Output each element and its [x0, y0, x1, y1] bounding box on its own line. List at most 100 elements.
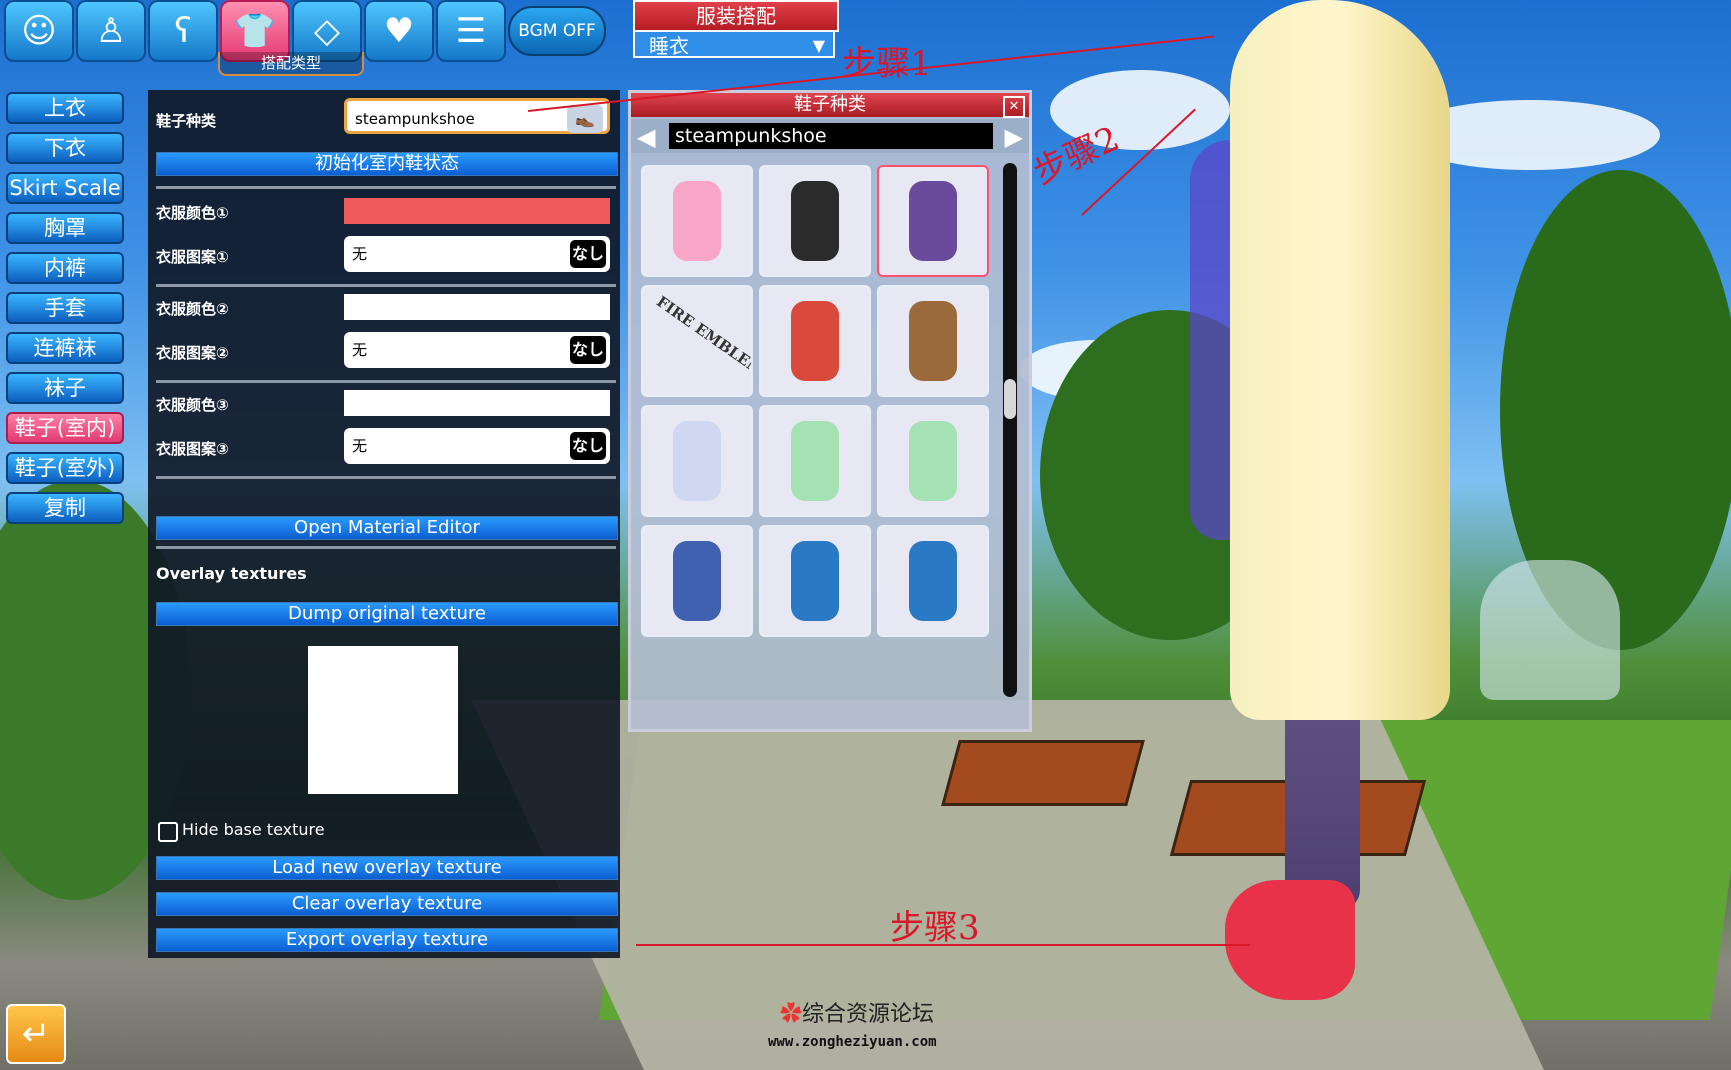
left-menu-item[interactable]: 上衣 — [6, 92, 124, 124]
texture-preview — [308, 646, 458, 794]
shoe-thumbnail[interactable]: FIRE EMBLEM — [641, 285, 753, 397]
hair-icon: ʕ — [174, 11, 192, 51]
bgm-toggle-button[interactable]: BGM OFF — [508, 6, 606, 56]
pattern2-field[interactable]: 无 なし — [344, 332, 610, 368]
left-menu-item[interactable]: 复制 — [6, 492, 124, 524]
coordinate-selected: 睡衣 — [649, 34, 689, 58]
shoe-thumbnail-image — [791, 541, 839, 621]
shoe-grid-scrollbar[interactable] — [1003, 163, 1017, 697]
document-icon: ☰ — [455, 11, 487, 51]
shoe-thumbnail-image — [791, 301, 839, 381]
left-menu-item[interactable]: 鞋子(室外) — [6, 452, 124, 484]
shoe-thumbnail[interactable] — [877, 525, 989, 637]
pattern2-value: 无 — [352, 341, 368, 359]
h-scene-tab-button[interactable]: ♥ — [364, 0, 434, 62]
dump-original-texture-button[interactable]: Dump original texture — [156, 602, 618, 626]
shoe-thumbnail[interactable] — [877, 405, 989, 517]
step3-annotation: 步骤3 — [890, 908, 980, 948]
category-type-label: 搭配类型 — [218, 52, 364, 76]
shirt-icon: 👕 — [233, 11, 277, 51]
pattern3-field[interactable]: 无 なし — [344, 428, 610, 464]
pattern3-none-button[interactable]: なし — [570, 432, 606, 460]
shoe-thumbnail[interactable] — [877, 285, 989, 397]
prev-arrow-icon[interactable]: ◀ — [637, 123, 655, 151]
pattern1-field[interactable]: 无 なし — [344, 236, 610, 272]
diamond-icon: ◇ — [313, 11, 341, 51]
scrollbar-thumb[interactable] — [1004, 379, 1016, 419]
left-menu-item[interactable]: 胸罩 — [6, 212, 124, 244]
face-tab-button[interactable]: ☺ — [4, 0, 74, 62]
back-button[interactable]: ↵ — [6, 1004, 66, 1064]
color2-label: 衣服颜色② — [156, 300, 229, 318]
left-menu-item[interactable]: 连裤袜 — [6, 332, 124, 364]
pattern2-none-button[interactable]: なし — [570, 336, 606, 364]
open-material-editor-button[interactable]: Open Material Editor — [156, 516, 618, 540]
shoe-window-title: 鞋子种类 — [631, 93, 1029, 117]
shoe-thumbnail-image — [673, 421, 721, 501]
pattern1-label: 衣服图案① — [156, 248, 229, 266]
shoe-thumbnail-image — [909, 541, 957, 621]
watermark-title: ✿综合资源论坛 — [780, 1002, 935, 1027]
color3-swatch[interactable] — [344, 390, 610, 416]
watermark-url: www.zongheziyuan.com — [768, 1034, 937, 1050]
color1-swatch[interactable] — [344, 198, 610, 224]
shoe-thumbnail[interactable] — [759, 165, 871, 277]
shoe-thumbnail-image — [673, 181, 721, 261]
shoe-thumbnail-icon: 👞 — [567, 105, 603, 133]
left-menu-item[interactable]: 下衣 — [6, 132, 124, 164]
park-bench — [941, 740, 1145, 806]
shoe-thumbnail-image — [909, 301, 957, 381]
shoe-grid: FIRE EMBLEM — [641, 165, 991, 705]
left-menu-item[interactable]: 袜子 — [6, 372, 124, 404]
next-arrow-icon[interactable]: ▶ — [1005, 123, 1023, 151]
left-menu-item[interactable]: 内裤 — [6, 252, 124, 284]
shoe-thumbnail[interactable] — [759, 525, 871, 637]
shoe-thumbnail[interactable] — [759, 405, 871, 517]
coordinate-dropdown[interactable]: 睡衣 ▼ — [633, 30, 835, 58]
return-icon: ↵ — [21, 1014, 51, 1054]
left-menu-item[interactable]: 手套 — [6, 292, 124, 324]
init-shoe-state-button[interactable]: 初始化室内鞋状态 — [156, 152, 618, 176]
chevron-down-icon: ▼ — [812, 36, 825, 55]
load-overlay-texture-button[interactable]: Load new overlay texture — [156, 856, 618, 880]
shoe-nav-bar: ◀ steampunkshoe ▶ — [631, 119, 1029, 153]
heart-icon: ♥ — [383, 11, 415, 51]
shoe-current-name: steampunkshoe — [669, 123, 993, 149]
left-menu-item[interactable]: 鞋子(室内) — [6, 412, 124, 444]
pattern3-value: 无 — [352, 437, 368, 455]
shoe-thumbnail[interactable] — [759, 285, 871, 397]
character-shoe — [1225, 880, 1355, 1000]
pattern1-none-button[interactable]: なし — [570, 240, 606, 268]
export-overlay-texture-button[interactable]: Export overlay texture — [156, 928, 618, 952]
shoe-type-value: steampunkshoe — [355, 110, 475, 128]
close-icon[interactable]: ✕ — [1003, 96, 1025, 118]
shoe-thumbnail[interactable] — [641, 525, 753, 637]
color3-label: 衣服颜色③ — [156, 396, 229, 414]
hair-tab-button[interactable]: ʕ — [148, 0, 218, 62]
step3-arrow — [636, 944, 1250, 946]
character-hair — [1230, 0, 1450, 720]
shoe-thumbnail-image — [909, 421, 957, 501]
shoe-thumbnail[interactable] — [877, 165, 989, 277]
shoe-thumbnail-image — [909, 181, 957, 261]
body-tab-button[interactable]: ♙ — [76, 0, 146, 62]
coordinate-header: 服装搭配 — [633, 0, 839, 32]
shoe-type-window: 鞋子种类 ✕ ◀ steampunkshoe ▶ FIRE EMBLEM — [628, 90, 1032, 732]
pattern3-label: 衣服图案③ — [156, 440, 229, 458]
overlay-textures-label: Overlay textures — [156, 564, 307, 583]
left-menu-item[interactable]: Skirt Scale — [6, 172, 124, 204]
step1-annotation: 步骤1 — [842, 44, 932, 84]
clear-overlay-texture-button[interactable]: Clear overlay texture — [156, 892, 618, 916]
document-tab-button[interactable]: ☰ — [436, 0, 506, 62]
shoe-thumbnail-image — [791, 181, 839, 261]
settings-panel: 鞋子种类 steampunkshoe 👞 初始化室内鞋状态 衣服颜色① 衣服图案… — [148, 90, 620, 958]
shoe-type-field[interactable]: steampunkshoe 👞 — [344, 98, 610, 134]
shoe-thumbnail[interactable] — [641, 165, 753, 277]
flower-logo-icon: ✿ — [780, 1002, 803, 1027]
shoe-thumbnail[interactable] — [641, 405, 753, 517]
color2-swatch[interactable] — [344, 294, 610, 320]
face-icon: ☺ — [21, 11, 57, 51]
hide-base-texture-checkbox[interactable] — [158, 822, 178, 842]
shoe-thumbnail-image — [673, 541, 721, 621]
shoe-type-label: 鞋子种类 — [156, 112, 217, 130]
